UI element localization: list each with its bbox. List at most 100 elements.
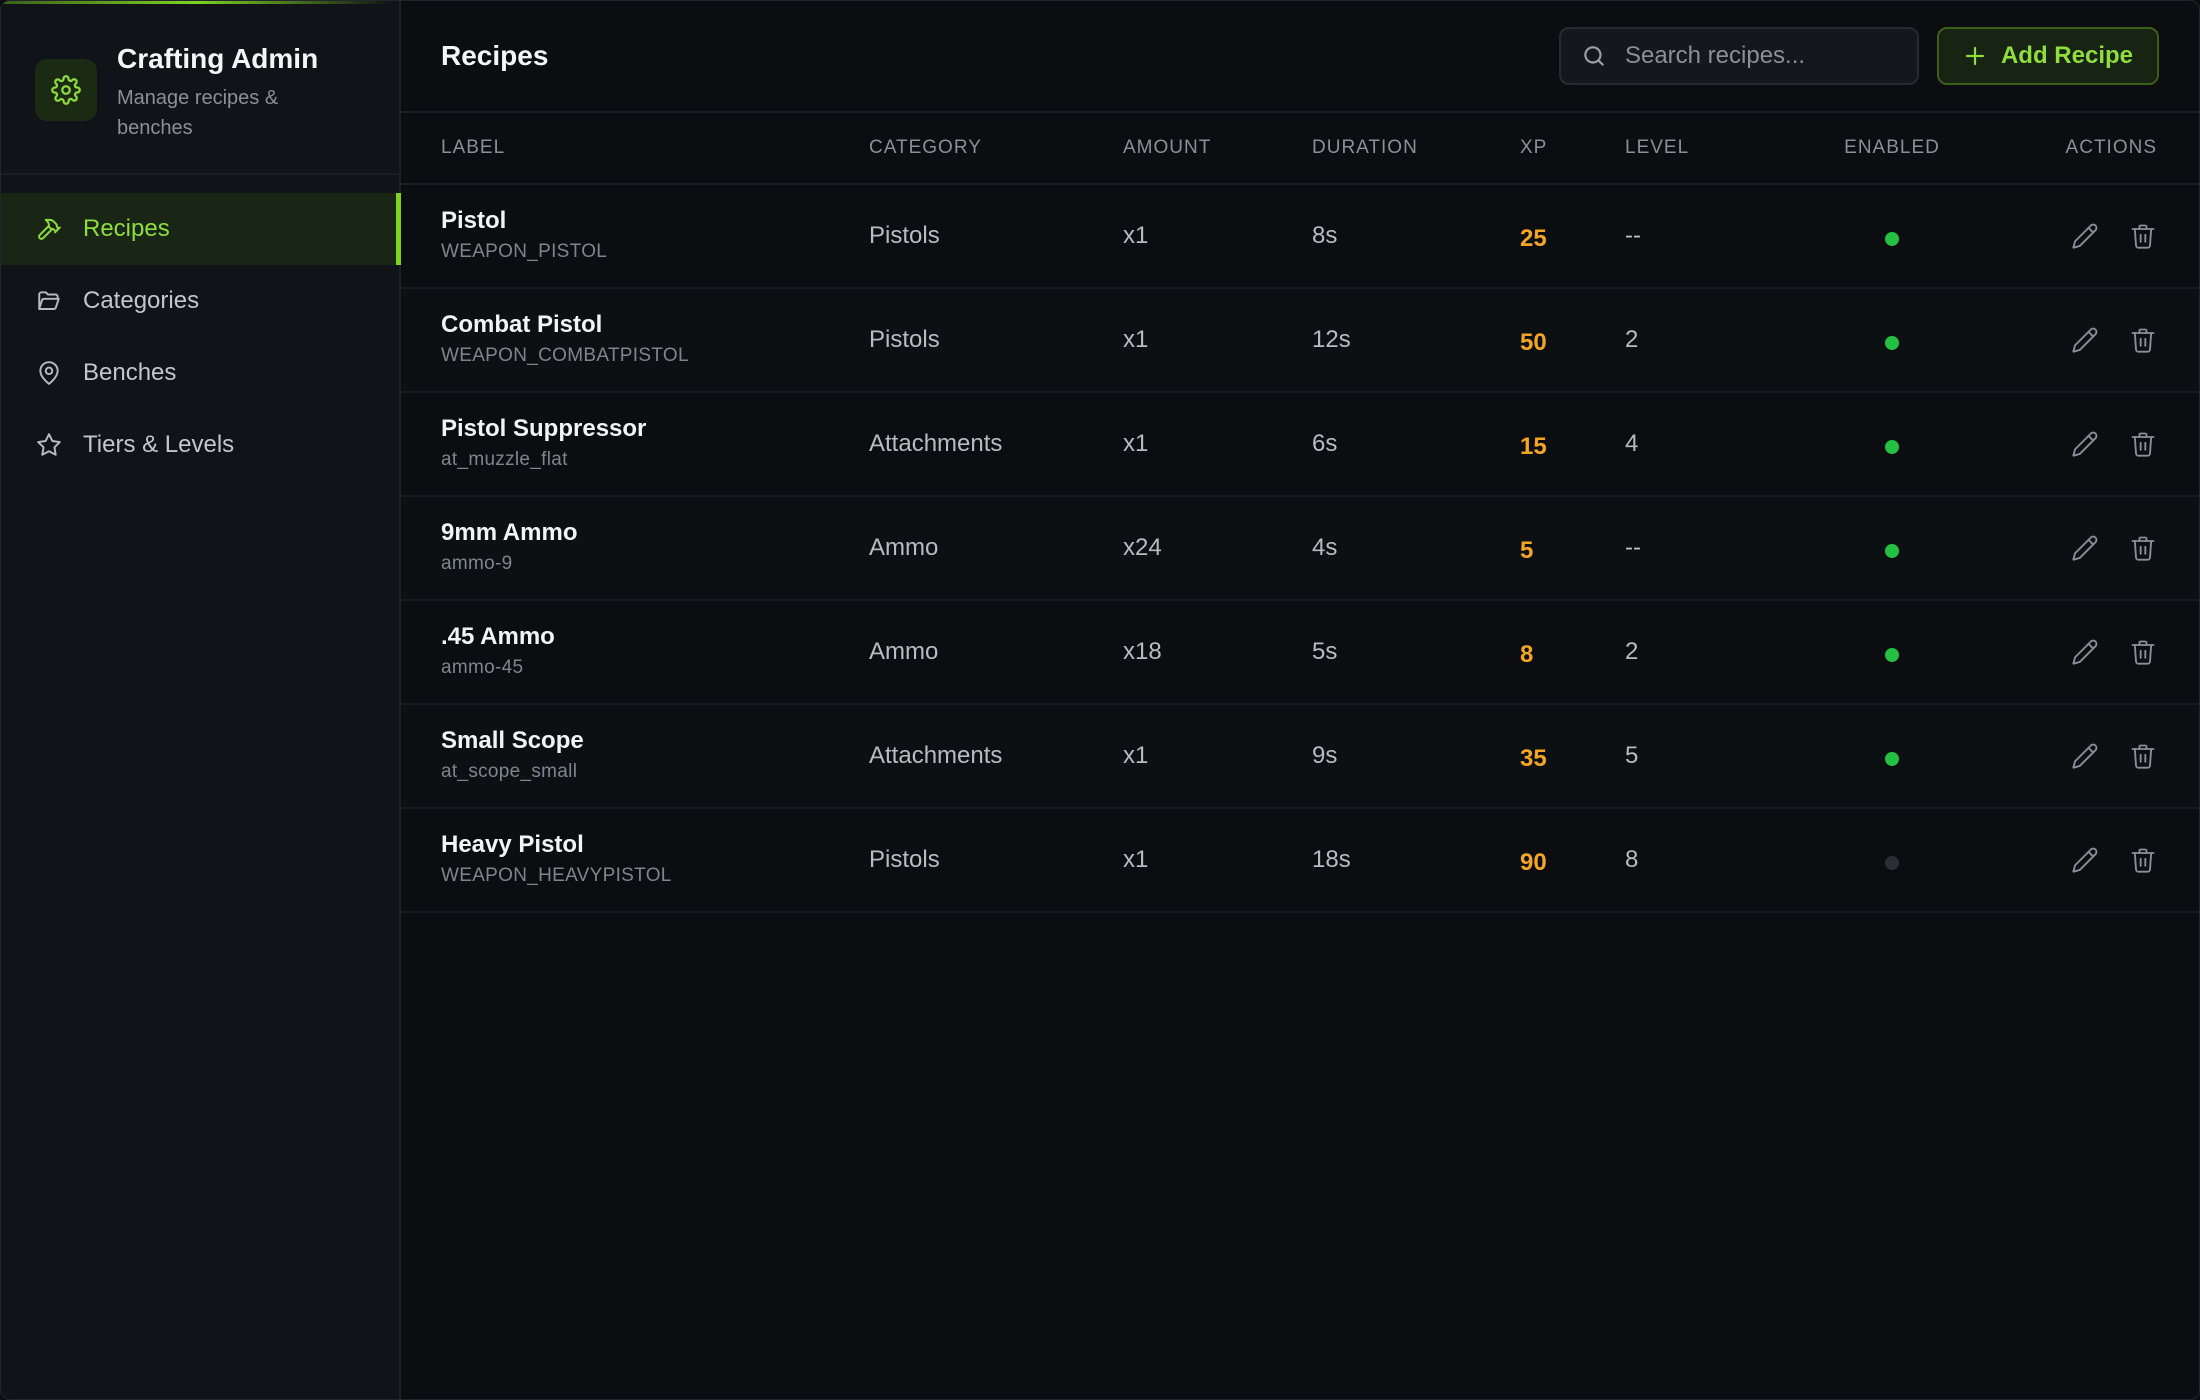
actions-cell (1986, 846, 2157, 874)
sidebar-nav: Recipes Categories Benches Tiers & Level… (1, 175, 401, 481)
delete-trash-icon[interactable] (2129, 326, 2157, 354)
label-cell: Pistol WEAPON_PISTOL (441, 206, 869, 266)
col-enabled[interactable]: ENABLED (1798, 137, 1986, 159)
table-row[interactable]: Pistol WEAPON_PISTOL Pistols x1 8s 25 -- (401, 185, 2199, 289)
label-cell: Heavy Pistol WEAPON_HEAVYPISTOL (441, 830, 869, 890)
table-body: Pistol WEAPON_PISTOL Pistols x1 8s 25 -- Combat… (401, 185, 2199, 913)
recipe-code: at_muzzle_flat (441, 449, 568, 470)
plus-icon (1963, 44, 1987, 68)
search-box[interactable] (1558, 27, 1919, 85)
category-cell: Pistols (869, 846, 940, 873)
delete-trash-icon[interactable] (2129, 742, 2157, 770)
delete-trash-icon[interactable] (2129, 534, 2157, 562)
col-duration[interactable]: DURATION (1312, 137, 1520, 159)
col-level[interactable]: LEVEL (1625, 137, 1798, 159)
edit-pencil-icon[interactable] (2071, 534, 2099, 562)
amount-cell: x1 (1123, 742, 1149, 769)
sidebar-item-categories[interactable]: Categories (1, 265, 399, 337)
table-row[interactable]: Pistol Suppressor at_muzzle_flat Attachmen… (401, 393, 2199, 497)
delete-trash-icon[interactable] (2129, 638, 2157, 666)
level-cell: 2 (1625, 638, 1639, 665)
actions-cell (1986, 638, 2157, 666)
enabled-status-dot[interactable] (1885, 856, 1899, 870)
label-cell: Combat Pistol WEAPON_COMBATPISTOL (441, 310, 869, 370)
duration-cell: 6s (1312, 430, 1338, 457)
add-recipe-button[interactable]: Add Recipe (1936, 27, 2159, 85)
recipe-code: ammo-45 (441, 657, 524, 678)
delete-trash-icon[interactable] (2129, 430, 2157, 458)
table-row[interactable]: 9mm Ammo ammo-9 Ammo x24 4s 5 -- (401, 497, 2199, 601)
table-row[interactable]: Heavy Pistol WEAPON_HEAVYPISTOL Pistols x1 1… (401, 809, 2199, 913)
sidebar-item-label: Categories (83, 287, 200, 314)
edit-pencil-icon[interactable] (2071, 222, 2099, 250)
recipe-code: at_scope_small (441, 761, 578, 782)
level-cell: -- (1625, 222, 1641, 249)
enabled-status-dot[interactable] (1885, 544, 1899, 558)
xp-cell: 25 (1520, 225, 1547, 252)
search-input[interactable] (1622, 41, 1907, 71)
category-cell: Attachments (869, 430, 1003, 457)
hammer-icon (35, 215, 63, 243)
edit-pencil-icon[interactable] (2071, 326, 2099, 354)
sidebar-item-tiers-levels[interactable]: Tiers & Levels (1, 409, 399, 481)
recipe-code: ammo-9 (441, 553, 513, 574)
actions-cell (1986, 742, 2157, 770)
map-pin-icon (35, 359, 63, 387)
amount-cell: x1 (1123, 222, 1149, 249)
main-content: Recipes Add Recipe LABEL (401, 1, 2199, 1399)
amount-cell: x1 (1123, 326, 1149, 353)
duration-cell: 12s (1312, 326, 1351, 353)
enabled-cell (1798, 434, 1986, 454)
level-cell: 4 (1625, 430, 1639, 457)
edit-pencil-icon[interactable] (2071, 430, 2099, 458)
sidebar-item-label: Recipes (83, 215, 170, 242)
label-cell: Pistol Suppressor at_muzzle_flat (441, 414, 869, 474)
col-amount[interactable]: AMOUNT (1123, 137, 1312, 159)
col-label[interactable]: LABEL (441, 137, 869, 159)
recipe-label: Small Scope (441, 727, 584, 754)
label-cell: Small Scope at_scope_small (441, 726, 869, 786)
enabled-cell (1798, 226, 1986, 246)
enabled-cell (1798, 642, 1986, 662)
duration-cell: 8s (1312, 222, 1338, 249)
enabled-cell (1798, 746, 1986, 766)
category-cell: Ammo (869, 534, 939, 561)
category-cell: Pistols (869, 326, 940, 353)
enabled-status-dot[interactable] (1885, 752, 1899, 766)
amount-cell: x24 (1123, 534, 1162, 561)
table-row[interactable]: .45 Ammo ammo-45 Ammo x18 5s 8 2 (401, 601, 2199, 705)
edit-pencil-icon[interactable] (2071, 846, 2099, 874)
page-title: Recipes (441, 40, 549, 71)
page-header: Recipes Add Recipe (401, 1, 2199, 113)
actions-cell (1986, 326, 2157, 354)
star-icon (35, 431, 63, 459)
col-xp[interactable]: XP (1520, 137, 1625, 159)
delete-trash-icon[interactable] (2129, 846, 2157, 874)
sidebar-item-benches[interactable]: Benches (1, 337, 399, 409)
amount-cell: x1 (1123, 430, 1149, 457)
level-cell: 2 (1625, 326, 1639, 353)
actions-cell (1986, 430, 2157, 458)
xp-cell: 15 (1520, 433, 1547, 460)
recipe-label: Combat Pistol (441, 311, 603, 338)
col-category[interactable]: CATEGORY (869, 137, 1123, 159)
search-icon (1581, 43, 1607, 69)
sidebar-item-recipes[interactable]: Recipes (1, 193, 401, 265)
edit-pencil-icon[interactable] (2071, 742, 2099, 770)
sidebar: Crafting Admin Manage recipes & benches … (1, 1, 401, 1399)
duration-cell: 9s (1312, 742, 1338, 769)
recipe-label: Pistol (441, 207, 507, 234)
table-row[interactable]: Combat Pistol WEAPON_COMBATPISTOL Pistols x… (401, 289, 2199, 393)
enabled-status-dot[interactable] (1885, 232, 1899, 246)
app-title: Crafting Admin (117, 43, 319, 74)
duration-cell: 4s (1312, 534, 1338, 561)
enabled-status-dot[interactable] (1885, 440, 1899, 454)
enabled-status-dot[interactable] (1885, 336, 1899, 350)
edit-pencil-icon[interactable] (2071, 638, 2099, 666)
table-row[interactable]: Small Scope at_scope_small Attachments x1 9s… (401, 705, 2199, 809)
accent-line (1, 1, 391, 4)
amount-cell: x18 (1123, 638, 1162, 665)
delete-trash-icon[interactable] (2129, 222, 2157, 250)
duration-cell: 18s (1312, 846, 1351, 873)
enabled-status-dot[interactable] (1885, 648, 1899, 662)
